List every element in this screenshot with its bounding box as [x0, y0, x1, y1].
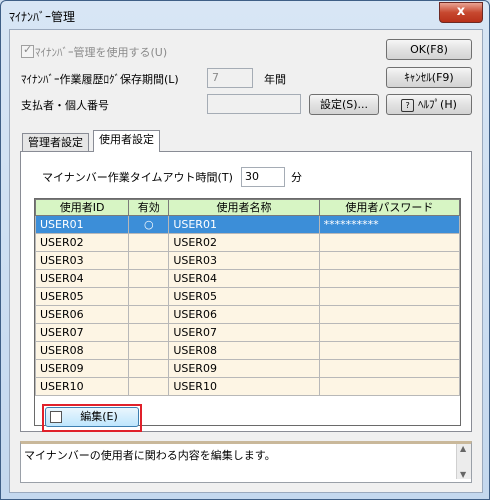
edit-button-highlight: 編集(E) — [42, 404, 142, 432]
cell-user-id[interactable]: USER04 — [35, 269, 130, 288]
window-title: ﾏｲﾅﾝﾊﾞｰ管理 — [9, 10, 76, 24]
cell-user-name[interactable]: USER06 — [168, 305, 320, 324]
description-box: マイナンバーの使用者に関わる内容を編集します。 ▲ ▼ — [20, 441, 472, 483]
header-enabled[interactable]: 有効 — [128, 199, 170, 216]
table-row[interactable]: USER06 USER06 — [35, 305, 460, 324]
cell-enabled[interactable] — [128, 323, 170, 342]
use-mynumber-checkbox[interactable]: ✓ — [21, 43, 34, 58]
user-table: 使用者ID 有効 使用者名称 使用者パスワード USER01 ○ USER01 … — [34, 198, 461, 426]
cell-user-id[interactable]: USER05 — [35, 287, 130, 306]
table-row[interactable]: USER04 USER04 — [35, 269, 460, 288]
table-row[interactable]: USER01 ○ USER01 ********** — [35, 215, 460, 234]
settings-button-label: 設定(S)... — [319, 98, 369, 111]
table-row[interactable]: USER08 USER08 — [35, 341, 460, 360]
tab-user-settings[interactable]: 使用者設定 — [93, 130, 160, 152]
header-user-id[interactable]: 使用者ID — [35, 199, 130, 216]
retention-period-field[interactable]: 7 — [207, 68, 253, 88]
help-icon: ? — [401, 98, 415, 112]
cell-user-name[interactable]: USER01 — [168, 215, 320, 234]
cell-enabled[interactable] — [128, 233, 170, 252]
dialog-window: ﾏｲﾅﾝﾊﾞｰ管理 x ✓ ﾏｲﾅﾝﾊﾞｰ管理を使用する(U) ﾏｲﾅﾝﾊﾞｰ作… — [0, 0, 490, 500]
cell-user-id[interactable]: USER09 — [35, 359, 130, 378]
cell-user-name[interactable]: USER03 — [168, 251, 320, 270]
cell-password[interactable] — [318, 251, 460, 270]
retention-label: ﾏｲﾅﾝﾊﾞｰ作業履歴ﾛｸﾞ保存期間(L) — [21, 73, 179, 86]
cell-user-id[interactable]: USER08 — [35, 341, 130, 360]
table-row[interactable]: USER03 USER03 — [35, 251, 460, 270]
use-mynumber-label: ﾏｲﾅﾝﾊﾞｰ管理を使用する(U) — [35, 46, 168, 59]
timeout-value: 30 — [245, 170, 259, 183]
cell-user-id[interactable]: USER03 — [35, 251, 130, 270]
cell-user-id[interactable]: USER02 — [35, 233, 130, 252]
help-button-label: ﾍﾙﾌﾟ(H) — [418, 98, 457, 111]
edit-button-label: 編集(E) — [80, 410, 118, 423]
table-row[interactable]: USER05 USER05 — [35, 287, 460, 306]
cell-enabled[interactable] — [128, 287, 170, 306]
cell-user-name[interactable]: USER08 — [168, 341, 320, 360]
tab-admin-settings[interactable]: 管理者設定 — [22, 133, 89, 152]
cell-user-name[interactable]: USER05 — [168, 287, 320, 306]
timeout-label: マイナンバー作業タイムアウト時間(T) — [42, 171, 233, 184]
timeout-unit: 分 — [291, 171, 302, 184]
cell-enabled[interactable] — [128, 251, 170, 270]
cell-enabled[interactable] — [128, 269, 170, 288]
help-button[interactable]: ? ﾍﾙﾌﾟ(H) — [386, 94, 472, 115]
cell-user-name[interactable]: USER09 — [168, 359, 320, 378]
cell-password[interactable] — [318, 305, 460, 324]
cell-password[interactable]: ********** — [318, 215, 460, 234]
timeout-field[interactable]: 30 — [241, 167, 285, 187]
header-user-name[interactable]: 使用者名称 — [168, 199, 320, 216]
scroll-up-icon[interactable]: ▲ — [460, 444, 466, 453]
title-bar: ﾏｲﾅﾝﾊﾞｰ管理 x — [1, 1, 489, 29]
cell-password[interactable] — [318, 269, 460, 288]
table-row[interactable]: USER09 USER09 — [35, 359, 460, 378]
description-text: マイナンバーの使用者に関わる内容を編集します。 — [24, 449, 276, 462]
dialog-client: ✓ ﾏｲﾅﾝﾊﾞｰ管理を使用する(U) ﾏｲﾅﾝﾊﾞｰ作業履歴ﾛｸﾞ保存期間(L… — [9, 29, 483, 493]
cancel-button-label: ｷｬﾝｾﾙ(F9) — [404, 71, 454, 84]
close-icon: x — [456, 4, 466, 19]
header-user-password[interactable]: 使用者パスワード — [318, 199, 460, 216]
cell-user-name[interactable]: USER10 — [168, 377, 320, 396]
ok-button-label: OK(F8) — [410, 43, 448, 56]
description-scrollbar[interactable]: ▲ ▼ — [456, 444, 471, 479]
cell-enabled[interactable] — [128, 359, 170, 378]
cell-enabled[interactable]: ○ — [128, 215, 170, 234]
settings-button[interactable]: 設定(S)... — [309, 94, 379, 115]
edit-button[interactable]: 編集(E) — [45, 407, 139, 427]
cell-enabled[interactable] — [128, 341, 170, 360]
cell-password[interactable] — [318, 287, 460, 306]
table-header-row: 使用者ID 有効 使用者名称 使用者パスワード — [35, 199, 460, 216]
cell-user-name[interactable]: USER02 — [168, 233, 320, 252]
check-icon: ✓ — [23, 43, 33, 56]
cell-user-name[interactable]: USER07 — [168, 323, 320, 342]
cell-password[interactable] — [318, 323, 460, 342]
cell-user-id[interactable]: USER06 — [35, 305, 130, 324]
payer-number-field[interactable] — [207, 94, 301, 114]
cell-user-id[interactable]: USER01 — [35, 215, 130, 234]
cancel-button[interactable]: ｷｬﾝｾﾙ(F9) — [386, 67, 472, 88]
retention-unit: 年間 — [264, 73, 286, 86]
table-row[interactable]: USER10 USER10 — [35, 377, 460, 396]
cell-password[interactable] — [318, 359, 460, 378]
cell-user-id[interactable]: USER07 — [35, 323, 130, 342]
cell-password[interactable] — [318, 377, 460, 396]
table-row[interactable]: USER07 USER07 — [35, 323, 460, 342]
close-button[interactable]: x — [439, 2, 483, 23]
cell-password[interactable] — [318, 341, 460, 360]
tab-admin-settings-label: 管理者設定 — [28, 136, 83, 149]
cell-user-id[interactable]: USER10 — [35, 377, 130, 396]
edit-icon — [50, 411, 62, 423]
payer-label: 支払者・個人番号 — [21, 99, 109, 112]
tab-user-settings-label: 使用者設定 — [99, 133, 154, 146]
cell-user-name[interactable]: USER04 — [168, 269, 320, 288]
table-row[interactable]: USER02 USER02 — [35, 233, 460, 252]
retention-value: 7 — [212, 71, 219, 84]
cell-enabled[interactable] — [128, 305, 170, 324]
cell-enabled[interactable] — [128, 377, 170, 396]
ok-button[interactable]: OK(F8) — [386, 39, 472, 60]
cell-password[interactable] — [318, 233, 460, 252]
scroll-down-icon[interactable]: ▼ — [460, 470, 466, 479]
